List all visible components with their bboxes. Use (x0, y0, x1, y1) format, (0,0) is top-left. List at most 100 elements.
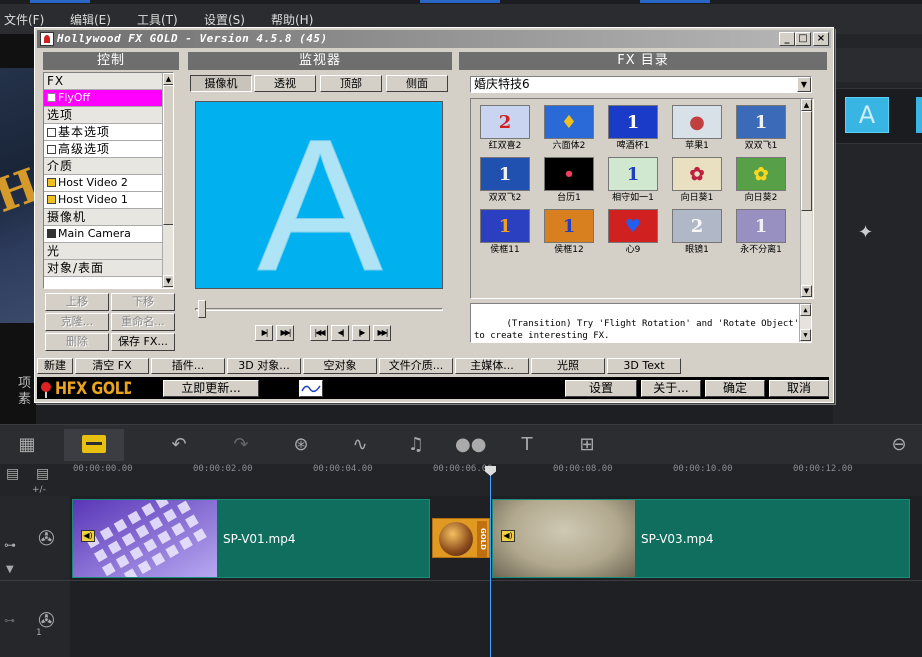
minimize-button[interactable]: _ (779, 32, 795, 46)
track-lock-icon[interactable]: ⊶ (4, 538, 16, 552)
play-icon[interactable]: ▶| (255, 325, 273, 341)
go-start-icon[interactable]: |◀◀ (310, 325, 328, 341)
tree-item-basic-options[interactable]: 基本选项 (44, 124, 163, 141)
save-fx-button[interactable]: 保存 FX... (111, 333, 175, 351)
fx-scrollbar[interactable]: ▲ ▼ (800, 99, 812, 298)
fx-item[interactable]: 1 相守如一1 (603, 155, 663, 205)
blend-icon[interactable]: ●● (455, 433, 486, 457)
move-down-button[interactable]: 下移 (111, 293, 175, 311)
zoom-out-icon[interactable]: ⊖ (886, 433, 912, 457)
lighting-button[interactable]: 光照 (531, 358, 605, 374)
track-toggle-label[interactable]: +/- (32, 485, 46, 495)
fx-item[interactable]: • 台历1 (539, 155, 599, 205)
tree-category-fx[interactable]: FX (44, 73, 163, 90)
settings-button[interactable]: 设置 (565, 380, 637, 397)
fx-item[interactable]: 1 双双飞1 (731, 103, 791, 153)
about-button[interactable]: 关于... (641, 380, 701, 397)
fx-item[interactable]: 1 永不分离1 (731, 207, 791, 257)
scroll-down-icon[interactable]: ▼ (801, 285, 812, 297)
play-loop-icon[interactable]: ▶▶| (276, 325, 294, 341)
cancel-button[interactable]: 取消 (769, 380, 829, 397)
move-up-button[interactable]: 上移 (45, 293, 109, 311)
step-forward-icon[interactable]: |▶ (352, 325, 370, 341)
fx-item[interactable]: 1 双双飞2 (475, 155, 535, 205)
fx-item[interactable]: 2 眼镜1 (667, 207, 727, 257)
chapter-icon[interactable]: ▤ (36, 466, 49, 482)
tree-category-camera[interactable]: 摄像机 (44, 209, 163, 226)
menu-file[interactable]: 文件(F) (4, 11, 44, 28)
timeline-ruler[interactable]: ▤ ▤ +/- 00:00:00.00 00:00:02.00 00:00:04… (0, 464, 922, 496)
library-thumbnail-partial[interactable] (916, 97, 922, 133)
video-track-icon[interactable]: ✇ (38, 526, 55, 550)
3d-text-button[interactable]: 3D Text (607, 358, 681, 374)
scroll-up-icon[interactable]: ▲ (163, 73, 173, 85)
grid-layout-icon[interactable]: ⊞ (574, 433, 600, 457)
tab-camera[interactable]: 摄像机 (190, 75, 252, 92)
track-manager-icon[interactable]: ▤ (6, 466, 19, 482)
maximize-button[interactable]: □ (795, 32, 811, 46)
library-thumbnail[interactable]: A (845, 97, 889, 133)
control-tree[interactable]: FX FlyOff 选项 基本选项 高级选项 介质 Host Video 2 H… (43, 72, 174, 289)
step-back-icon[interactable]: ◀| (331, 325, 349, 341)
close-button[interactable]: × (813, 32, 829, 46)
fx-item[interactable]: ♦ 六面体2 (539, 103, 599, 153)
delete-button[interactable]: 删除 (45, 333, 109, 351)
scroll-up-icon[interactable]: ▲ (800, 304, 811, 316)
tab-top[interactable]: 顶部 (320, 75, 382, 92)
tree-category-object-surface[interactable]: 对象/表面 (44, 260, 163, 277)
scroll-down-icon[interactable]: ▼ (800, 329, 811, 341)
fx-item[interactable]: ✿ 向日葵2 (731, 155, 791, 205)
chevron-down-icon[interactable]: ▼ (797, 77, 811, 92)
update-now-button[interactable]: 立即更新... (163, 380, 259, 397)
fx-item[interactable]: 2 红双喜2 (475, 103, 535, 153)
timeline-slider-thumb[interactable] (198, 300, 206, 318)
null-object-button[interactable]: 空对象 (303, 358, 377, 374)
fx-item[interactable]: ✿ 向日葵1 (667, 155, 727, 205)
ok-button[interactable]: 确定 (705, 380, 765, 397)
tab-side[interactable]: 侧面 (386, 75, 448, 92)
timeline-clip-1[interactable]: ◀) SP-V01.mp4 (72, 499, 430, 578)
waveform-button[interactable] (299, 380, 323, 397)
fx-item[interactable]: 1 侯框12 (539, 207, 599, 257)
tree-category-light[interactable]: 光 (44, 243, 163, 260)
tree-category-options[interactable]: 选项 (44, 107, 163, 124)
file-media-button[interactable]: 文件介质... (379, 358, 453, 374)
fx-item[interactable]: 1 啤酒杯1 (603, 103, 663, 153)
scroll-up-icon[interactable]: ▲ (801, 99, 812, 111)
clear-fx-button[interactable]: 清空 FX (75, 358, 149, 374)
dialog-titlebar[interactable]: Hollywood FX GOLD - Version 4.5.8 (45) _… (37, 30, 831, 48)
host-library-tab[interactable] (836, 48, 922, 82)
playhead-line[interactable] (490, 470, 491, 657)
menu-tools[interactable]: 工具(T) (137, 11, 178, 28)
fx-item[interactable]: 1 侯框11 (475, 207, 535, 257)
music-icon[interactable]: ♫ (403, 433, 429, 457)
title-icon[interactable]: T (514, 433, 540, 457)
overlay-lock-icon[interactable]: ⊶ (4, 614, 15, 627)
timeline-mode-button[interactable] (64, 429, 124, 461)
preview-viewport[interactable]: A (195, 101, 443, 289)
host-media-button[interactable]: 主媒体... (455, 358, 529, 374)
new-button[interactable]: 新建 (37, 358, 73, 374)
tree-category-media[interactable]: 介质 (44, 158, 163, 175)
control-scrollbar[interactable]: ▲ ▼ (162, 73, 173, 288)
rename-button[interactable]: 重命名... (111, 313, 175, 331)
timeline-slider-track[interactable] (195, 308, 443, 311)
tree-item-host-video-1[interactable]: Host Video 1 (44, 192, 163, 209)
fx-item[interactable]: ♥ 心9 (603, 207, 663, 257)
audio-wave-icon[interactable]: ∿ (347, 433, 373, 457)
tab-perspective[interactable]: 透视 (254, 75, 316, 92)
tree-item-advanced-options[interactable]: 高级选项 (44, 141, 163, 158)
3d-object-button[interactable]: 3D 对象... (227, 358, 301, 374)
menu-help[interactable]: 帮助(H) (271, 11, 313, 28)
clone-button[interactable]: 克隆... (45, 313, 109, 331)
go-end-icon[interactable]: ▶▶| (373, 325, 391, 341)
timeline-clip-2[interactable]: ◀) SP-V03.mp4 (492, 499, 910, 578)
undo-icon[interactable]: ↶ (166, 433, 192, 457)
scroll-thumb[interactable] (163, 85, 173, 225)
transition-hfx[interactable]: GOLD (432, 518, 490, 558)
record-icon[interactable]: ⊛ (288, 433, 314, 457)
redo-icon[interactable]: ↷ (228, 433, 254, 457)
tree-item-host-video-2[interactable]: Host Video 2 (44, 175, 163, 192)
overlay-track[interactable] (70, 581, 922, 657)
scroll-thumb[interactable] (801, 111, 812, 211)
